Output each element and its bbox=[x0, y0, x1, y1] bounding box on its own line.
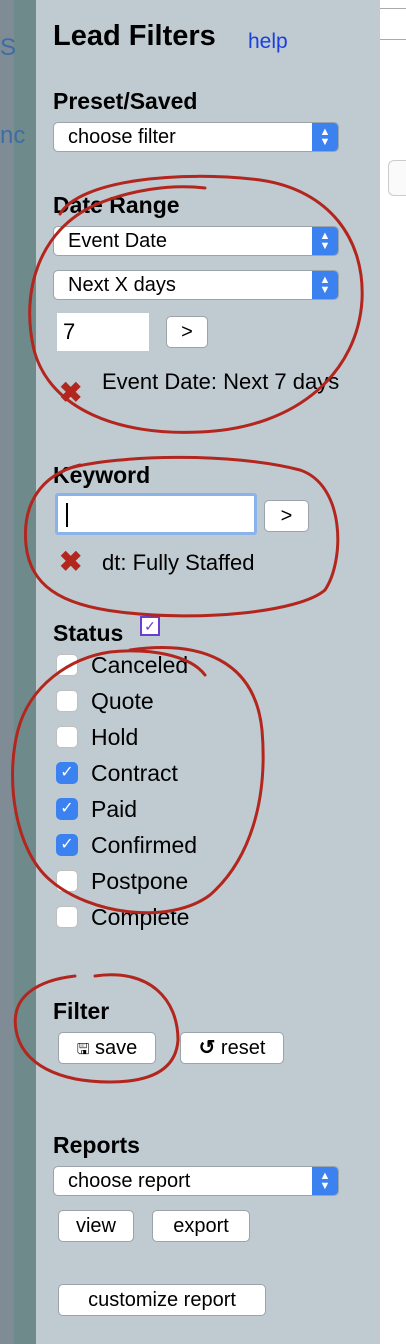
keyword-go-button[interactable]: > bbox=[264, 500, 309, 532]
preset-select-value: choose filter bbox=[68, 126, 176, 148]
export-report-button[interactable]: export bbox=[152, 1210, 250, 1242]
keyword-label: Keyword bbox=[53, 462, 151, 488]
select-arrows-icon: ▲ ▼ bbox=[312, 1167, 338, 1195]
background-text: S bbox=[0, 34, 17, 61]
date-go-button[interactable]: > bbox=[166, 316, 208, 348]
reset-label: reset bbox=[220, 1037, 266, 1059]
checkbox-checked[interactable]: ✓ bbox=[56, 834, 78, 856]
status-option-label: Confirmed bbox=[91, 832, 198, 858]
remove-date-filter-icon[interactable]: ✖ bbox=[59, 379, 82, 407]
panel-title: Lead Filters bbox=[53, 20, 216, 52]
checkbox[interactable] bbox=[56, 906, 78, 928]
status-option-label: Hold bbox=[91, 724, 139, 750]
select-arrows-icon: ▲ ▼ bbox=[312, 227, 338, 255]
select-arrows-icon: ▲ ▼ bbox=[312, 123, 338, 151]
filter-label: Filter bbox=[53, 998, 110, 1024]
report-select-value: choose report bbox=[68, 1170, 191, 1192]
status-label: Status bbox=[53, 620, 124, 646]
status-option-label: Contract bbox=[91, 760, 178, 786]
text-caret bbox=[66, 503, 68, 527]
status-option-label: Canceled bbox=[91, 652, 189, 678]
checkbox[interactable] bbox=[56, 690, 78, 712]
date-field-value: Event Date bbox=[68, 230, 167, 252]
checkbox[interactable] bbox=[56, 870, 78, 892]
customize-report-button[interactable]: customize report bbox=[58, 1284, 266, 1316]
range-type-select[interactable]: Next X days ▲ ▼ bbox=[53, 270, 339, 300]
floppy-disk-icon: 🖫 bbox=[76, 1041, 90, 1058]
date-range-label: Date Range bbox=[53, 192, 180, 218]
checkbox[interactable] bbox=[56, 726, 78, 748]
reports-label: Reports bbox=[53, 1132, 140, 1158]
reset-icon: ↺ bbox=[198, 1037, 216, 1059]
lead-filters-panel: Lead Filters help Preset/Saved choose fi… bbox=[36, 0, 380, 1344]
background-strip bbox=[0, 0, 14, 1344]
help-link[interactable]: help bbox=[248, 30, 288, 54]
reset-filter-button[interactable]: ↺ reset bbox=[180, 1032, 284, 1064]
background-text: nc bbox=[0, 122, 26, 149]
remove-keyword-filter-icon[interactable]: ✖ bbox=[59, 548, 82, 576]
save-label: save bbox=[95, 1037, 138, 1059]
status-option-label: Postpone bbox=[91, 868, 189, 894]
date-field-select[interactable]: Event Date ▲ ▼ bbox=[53, 226, 339, 256]
background-input-edge bbox=[380, 8, 406, 40]
checkbox-checked[interactable]: ✓ bbox=[56, 762, 78, 784]
days-input[interactable]: 7 bbox=[57, 313, 149, 351]
active-date-filter: Event Date: Next 7 days bbox=[102, 369, 340, 394]
active-keyword-filter: dt: Fully Staffed bbox=[102, 550, 255, 575]
collapse-tab[interactable] bbox=[388, 160, 406, 196]
checkbox[interactable] bbox=[56, 654, 78, 676]
background-strip-dark bbox=[14, 0, 36, 1344]
status-option-label: Complete bbox=[91, 904, 190, 930]
preset-label: Preset/Saved bbox=[53, 88, 198, 114]
preset-select[interactable]: choose filter ▲ ▼ bbox=[53, 122, 339, 152]
select-arrows-icon: ▲ ▼ bbox=[312, 271, 338, 299]
background-right-area bbox=[380, 0, 406, 1344]
report-select[interactable]: choose report ▲ ▼ bbox=[53, 1166, 339, 1196]
toggle-all-icon[interactable]: ✓ bbox=[140, 616, 160, 636]
save-filter-button[interactable]: 🖫 save bbox=[58, 1032, 156, 1064]
status-option-label: Quote bbox=[91, 688, 154, 714]
keyword-input[interactable] bbox=[55, 493, 257, 535]
view-report-button[interactable]: view bbox=[58, 1210, 134, 1242]
status-option-label: Paid bbox=[91, 796, 138, 822]
checkbox-checked[interactable]: ✓ bbox=[56, 798, 78, 820]
range-type-value: Next X days bbox=[68, 274, 176, 296]
